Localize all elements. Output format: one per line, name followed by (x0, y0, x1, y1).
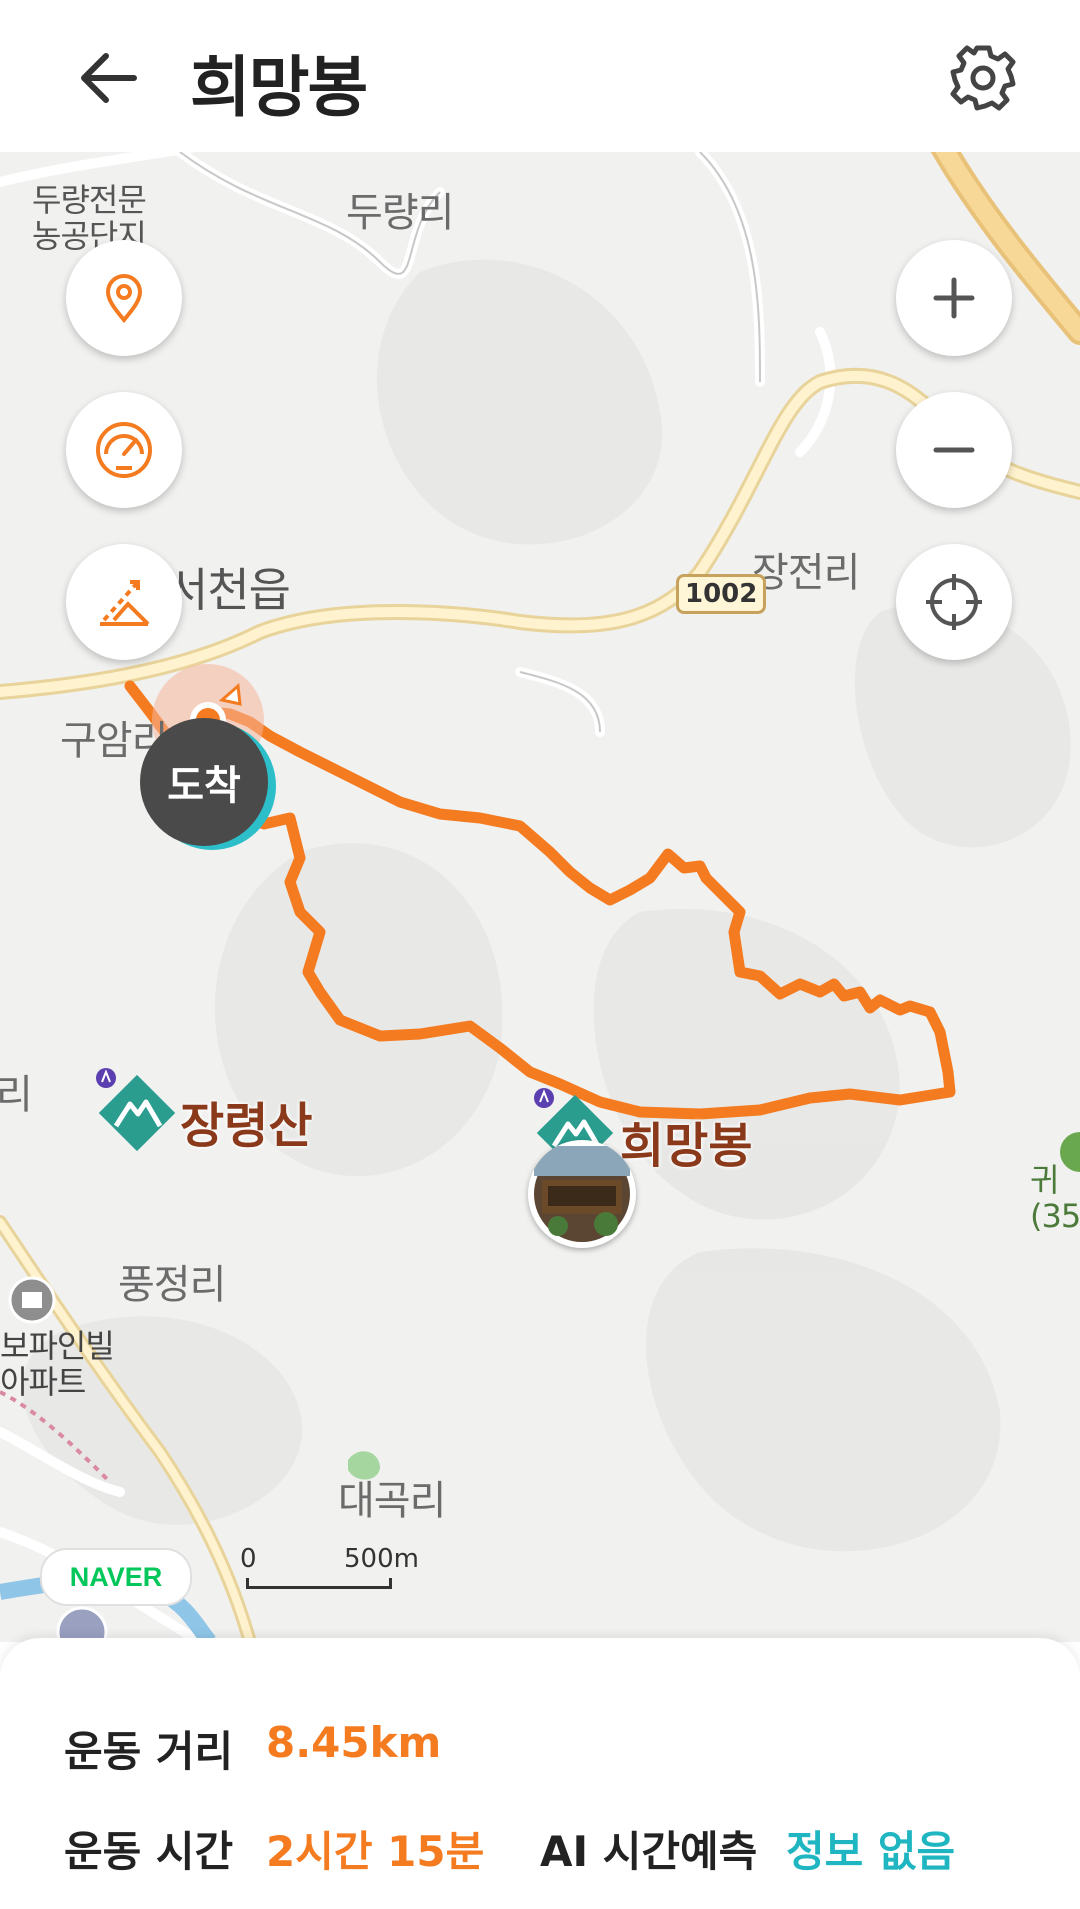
page-title: 희망봉 (190, 49, 368, 126)
map-view[interactable]: 두량전문 농공단지 두량리 장전리 구암리 풍정리 대곡리 리 귀 (35 서천… (0, 152, 1080, 1642)
time-value: 2시간 15분 (266, 1827, 485, 1876)
mountain-icon (96, 1068, 176, 1152)
summit-photo-thumbnail (534, 1146, 630, 1242)
scale-bar (246, 1578, 392, 1589)
map-scale: 0 500m (240, 1544, 420, 1594)
altitude-icon (100, 580, 150, 626)
gear-icon (950, 45, 1016, 111)
zoom-in-icon (933, 277, 975, 319)
location-pin-button[interactable] (66, 240, 182, 356)
place-label-jangjeon-ri: 장전리 (752, 550, 860, 596)
ai-estimate-label: AI 시간예측 (540, 1827, 758, 1876)
naver-attribution: NAVER (40, 1548, 192, 1606)
back-button[interactable] (72, 42, 144, 114)
zoom-in-button[interactable] (896, 240, 1012, 356)
altitude-button[interactable] (66, 544, 182, 660)
map-background (0, 152, 1080, 1642)
speedometer-icon (96, 422, 152, 478)
location-pin-icon (105, 274, 143, 324)
place-label-edge-ri: 리 (0, 1072, 33, 1118)
ai-estimate-value: 정보 없음 (786, 1827, 956, 1876)
arrival-marker[interactable]: 도착 (140, 718, 268, 846)
scale-start: 0 (240, 1544, 257, 1574)
apartment-label: 보파인빌 아파트 (0, 1327, 115, 1401)
place-label-duryang-ri: 두량리 (346, 190, 454, 236)
place-label-edge-gwi: 귀 (35 (1030, 1161, 1080, 1235)
my-location-button[interactable] (896, 544, 1012, 660)
settings-button[interactable] (945, 40, 1021, 116)
scale-end: 500m (344, 1544, 419, 1574)
place-label-pungjeong-ri: 풍정리 (118, 1262, 226, 1308)
road-number-badge: 1002 (676, 574, 767, 614)
speedometer-button[interactable] (66, 392, 182, 508)
peak-label-jangryeong: 장령산 (180, 1098, 313, 1154)
stats-panel: 운동 거리 8.45km 운동 시간 2시간 15분 AI 시간예측 정보 없음 (0, 1638, 1080, 1909)
town-label: 서천읍 (166, 563, 291, 617)
crosshair-icon (926, 574, 982, 630)
peak-label-huimang: 희망봉 (620, 1118, 753, 1174)
zoom-out-button[interactable] (896, 392, 1012, 508)
arrow-left-icon (81, 53, 137, 103)
app-header: 희망봉 (0, 0, 1080, 152)
distance-label: 운동 거리 (64, 1727, 234, 1776)
place-label-daegok-ri: 대곡리 (338, 1478, 446, 1524)
distance-value: 8.45km (266, 1718, 442, 1767)
photo-marker[interactable] (528, 1140, 636, 1248)
time-label: 운동 시간 (64, 1827, 234, 1876)
zoom-out-icon (933, 447, 975, 453)
